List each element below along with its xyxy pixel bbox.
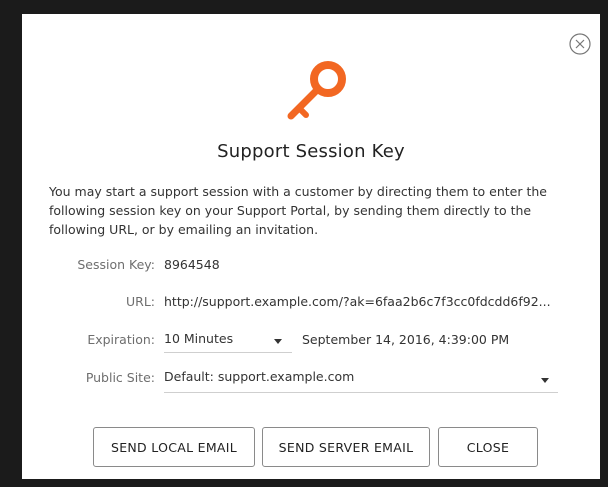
expiration-selected-value: 10 Minutes bbox=[164, 331, 234, 346]
url-label: URL: bbox=[125, 294, 155, 309]
send-server-email-button[interactable]: SEND SERVER EMAIL bbox=[262, 427, 430, 467]
url-value[interactable]: http://support.example.com/?ak=6faa2b6c7… bbox=[164, 294, 551, 309]
expiration-datetime: September 14, 2016, 4:39:00 PM bbox=[302, 332, 510, 347]
dialog-description: You may start a support session with a c… bbox=[49, 184, 547, 237]
expiration-label: Expiration: bbox=[87, 332, 155, 347]
session-key-value: 8964548 bbox=[164, 257, 220, 272]
chevron-down-icon bbox=[541, 378, 549, 383]
chevron-down-icon bbox=[274, 339, 282, 344]
public-site-select[interactable]: Default: support.example.com bbox=[164, 369, 558, 393]
support-session-key-dialog: Support Session Key You may start a supp… bbox=[22, 14, 600, 479]
close-icon[interactable] bbox=[569, 33, 591, 55]
close-button[interactable]: CLOSE bbox=[438, 427, 538, 467]
key-icon bbox=[286, 59, 348, 123]
dialog-title: Support Session Key bbox=[217, 141, 405, 162]
session-key-label: Session Key: bbox=[77, 257, 155, 272]
public-site-selected-value: Default: support.example.com bbox=[164, 369, 355, 384]
send-local-email-button[interactable]: SEND LOCAL EMAIL bbox=[93, 427, 255, 467]
expiration-select[interactable]: 10 Minutes bbox=[164, 331, 292, 353]
public-site-label: Public Site: bbox=[85, 370, 155, 385]
